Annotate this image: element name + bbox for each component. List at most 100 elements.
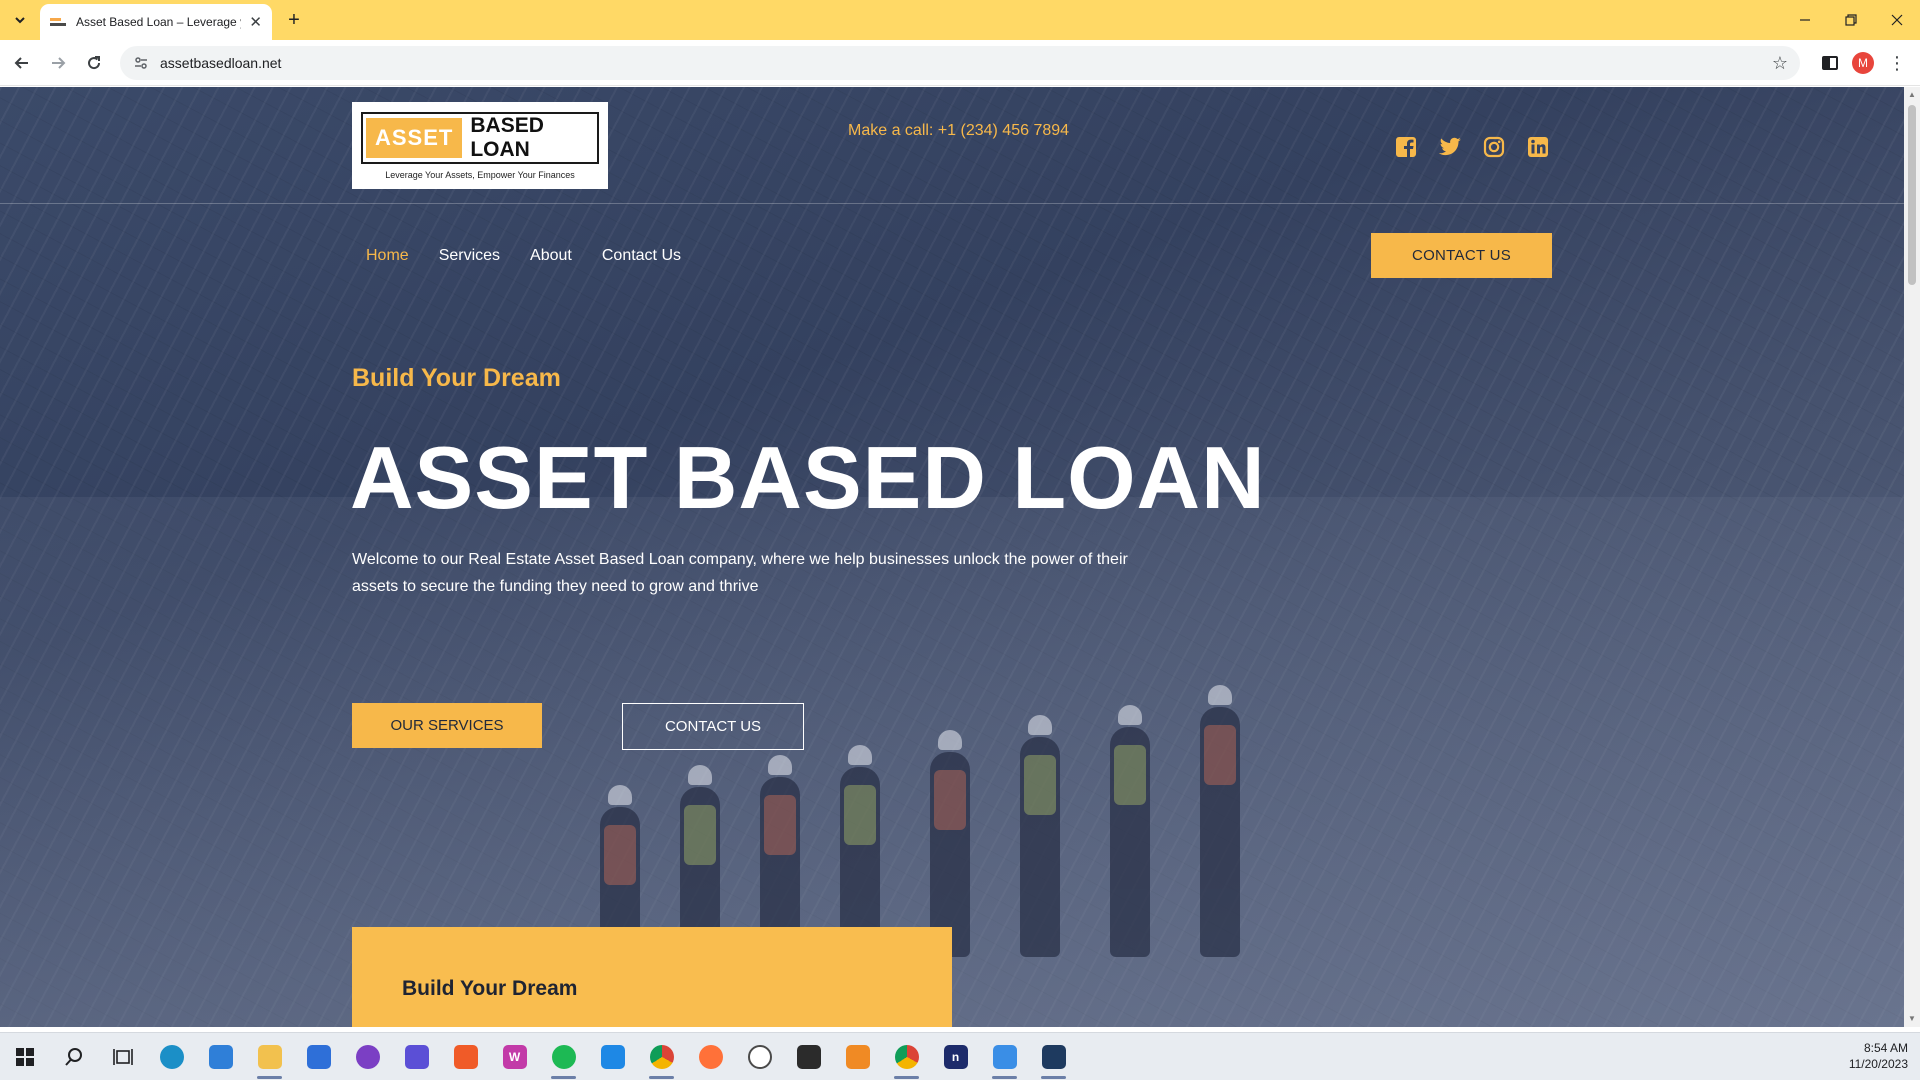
arrow-right-icon: [52, 57, 66, 69]
taskbar-chrome[interactable]: [637, 1033, 686, 1080]
instagram-icon[interactable]: [1482, 135, 1506, 159]
chevron-down-icon: [15, 17, 25, 24]
social-links: [1394, 135, 1550, 159]
close-tab-icon[interactable]: ✕: [249, 13, 262, 31]
taskbar-app-dark[interactable]: [1029, 1033, 1078, 1080]
taskbar-app-clock[interactable]: [735, 1033, 784, 1080]
nav-link-services[interactable]: Services: [439, 247, 500, 265]
firefox-icon: [698, 1045, 723, 1069]
taskbar-app-purple[interactable]: [343, 1033, 392, 1080]
edge-icon: [159, 1045, 184, 1069]
taskbar-terminal[interactable]: [784, 1033, 833, 1080]
site-logo[interactable]: ASSET BASED LOAN Leverage Your Assets, E…: [352, 102, 608, 189]
twitter-icon[interactable]: [1438, 135, 1462, 159]
taskbar-mail[interactable]: [294, 1033, 343, 1080]
brave-icon: [453, 1045, 478, 1069]
browser-tab[interactable]: Asset Based Loan – Leverage your Assets …: [40, 4, 272, 40]
our-services-button[interactable]: OUR SERVICES: [352, 703, 542, 748]
minimize-button[interactable]: [1782, 0, 1828, 40]
window-controls: [1782, 0, 1920, 40]
taskbar-app-orange[interactable]: [833, 1033, 882, 1080]
logo-word-asset: ASSET: [366, 117, 463, 158]
app-icon-purple: [355, 1045, 380, 1069]
profile-avatar[interactable]: M: [1852, 52, 1874, 74]
search-button[interactable]: [49, 1033, 98, 1080]
taskbar-notion[interactable]: n: [931, 1033, 980, 1080]
clock-date: 11/20/2023: [1848, 1057, 1908, 1071]
logo-wordmark: ASSET BASED LOAN: [361, 111, 599, 164]
arrow-left-icon: [14, 57, 28, 69]
reload-button[interactable]: [80, 49, 108, 77]
plus-icon: +: [288, 8, 300, 31]
scrollbar-thumb[interactable]: [1908, 105, 1916, 285]
linkedin-icon[interactable]: [1526, 135, 1550, 159]
vscode-icon: [600, 1045, 625, 1069]
task-view-button[interactable]: [98, 1033, 147, 1080]
system-clock[interactable]: 8:54 AM 11/20/2023: [1849, 1040, 1908, 1072]
nav-link-home[interactable]: Home: [366, 247, 409, 265]
feature-card: Build Your Dream: [352, 927, 952, 1027]
taskbar-spotify[interactable]: [539, 1033, 588, 1080]
bookmark-star-icon[interactable]: ☆: [1772, 53, 1788, 74]
card-kicker: Build Your Dream: [402, 977, 578, 1000]
taskbar-store[interactable]: [196, 1033, 245, 1080]
mail-icon: [306, 1045, 331, 1069]
minimize-icon: [1800, 19, 1810, 21]
new-tab-button[interactable]: +: [282, 8, 306, 32]
phone-call-link[interactable]: Make a call: +1 (234) 456 7894: [848, 122, 1069, 140]
page-scrollbar[interactable]: ▲ ▼: [1904, 87, 1920, 1027]
browser-toolbar: assetbasedloan.net ☆ M ⋮: [0, 40, 1920, 86]
reload-icon: [88, 56, 101, 70]
start-button[interactable]: [0, 1033, 49, 1080]
main-navigation: Home Services About Contact Us: [366, 247, 681, 265]
taskbar-brave[interactable]: [441, 1033, 490, 1080]
app-icon-orange: [845, 1045, 870, 1069]
back-button[interactable]: [8, 49, 36, 77]
header-contact-button[interactable]: CONTACT US: [1371, 233, 1552, 278]
hero-kicker: Build Your Dream: [352, 364, 561, 392]
media-icon: [404, 1045, 429, 1069]
app-n-icon: n: [943, 1045, 968, 1069]
close-window-button[interactable]: [1874, 0, 1920, 40]
hero-headline: ASSET BASED LOAN: [350, 428, 1266, 527]
app-icon-dark: [1041, 1045, 1066, 1069]
logo-word-based-loan: BASED LOAN: [470, 113, 544, 161]
close-icon: [1891, 14, 1903, 26]
taskbar-file-explorer[interactable]: [245, 1033, 294, 1080]
taskbar-app-w[interactable]: W: [490, 1033, 539, 1080]
facebook-icon[interactable]: [1394, 135, 1418, 159]
hero-section: ASSET BASED LOAN Leverage Your Assets, E…: [0, 87, 1904, 1027]
taskbar-chrome-profile[interactable]: [882, 1033, 931, 1080]
taskbar-app-media[interactable]: [392, 1033, 441, 1080]
spotify-icon: [551, 1045, 576, 1069]
hero-contact-button[interactable]: CONTACT US: [622, 703, 804, 750]
logo-tagline: Leverage Your Assets, Empower Your Finan…: [385, 169, 575, 180]
nav-link-contact-us[interactable]: Contact Us: [602, 247, 681, 265]
scroll-up-icon[interactable]: ▲: [1908, 91, 1916, 99]
task-view-icon: [112, 1049, 133, 1065]
forward-button[interactable]: [44, 49, 72, 77]
chrome-icon: [649, 1045, 674, 1069]
site-settings-icon[interactable]: [132, 54, 150, 72]
nav-link-about[interactable]: About: [530, 247, 572, 265]
terminal-icon: [796, 1045, 821, 1069]
chrome-profile-icon: [894, 1045, 919, 1069]
tab-search-button[interactable]: [8, 8, 32, 32]
scroll-down-icon[interactable]: ▼: [1908, 1015, 1916, 1023]
site-header: ASSET BASED LOAN Leverage Your Assets, E…: [0, 87, 1904, 204]
url-text[interactable]: assetbasedloan.net: [160, 55, 1772, 71]
side-panel-icon[interactable]: [1822, 56, 1838, 70]
toolbar-actions: M ⋮: [1822, 48, 1920, 78]
app-w-icon: W: [502, 1045, 527, 1069]
address-bar[interactable]: assetbasedloan.net ☆: [120, 46, 1800, 80]
restore-button[interactable]: [1828, 0, 1874, 40]
more-menu-icon[interactable]: ⋮: [1888, 53, 1906, 74]
taskbar-edge[interactable]: [147, 1033, 196, 1080]
search-icon: [64, 1048, 82, 1066]
taskbar-firefox[interactable]: [686, 1033, 735, 1080]
site-favicon-icon: [50, 14, 66, 30]
taskbar-vscode[interactable]: [588, 1033, 637, 1080]
page-viewport: ASSET BASED LOAN Leverage Your Assets, E…: [0, 87, 1920, 1027]
hero-intro-text: Welcome to our Real Estate Asset Based L…: [352, 551, 1128, 595]
taskbar-app-window[interactable]: [980, 1033, 1029, 1080]
